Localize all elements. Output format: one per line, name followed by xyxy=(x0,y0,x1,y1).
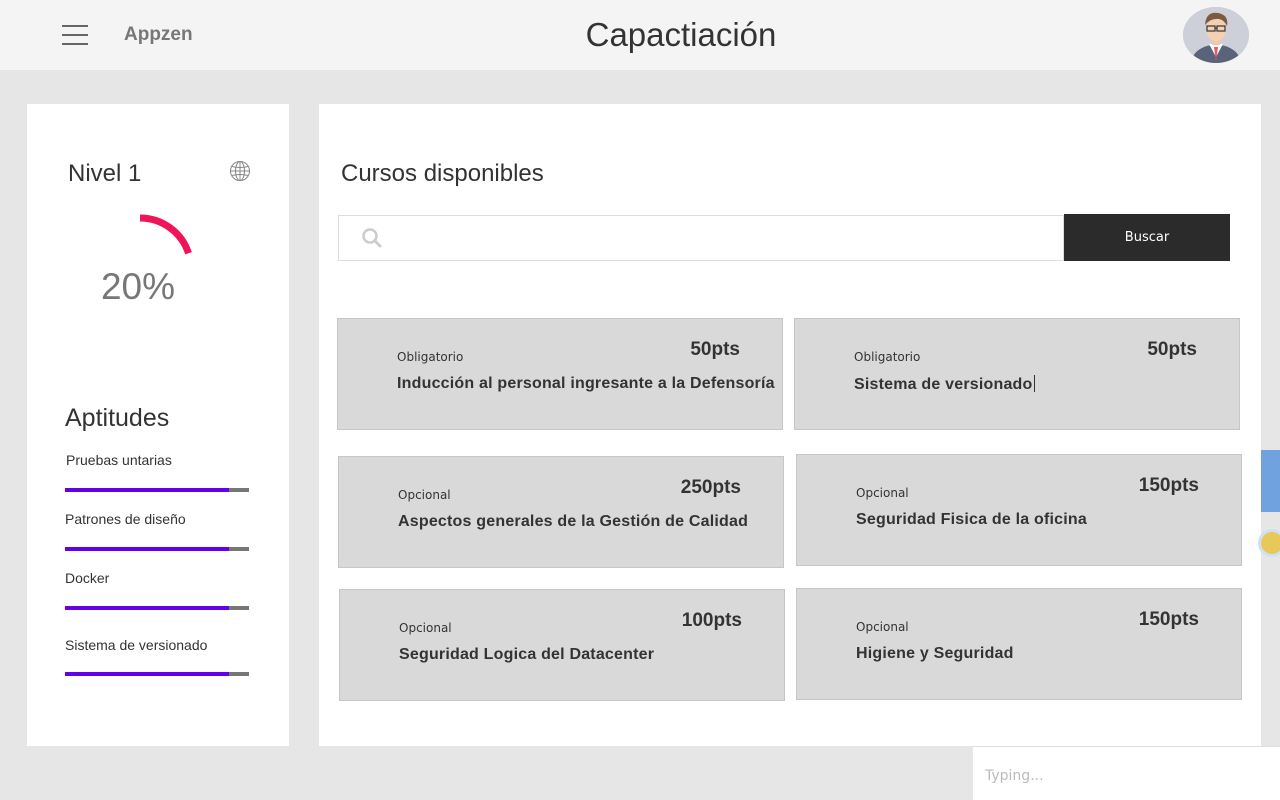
course-title: Higiene y Seguridad xyxy=(856,645,1014,662)
skill-bar-fill xyxy=(65,547,229,551)
skill-bar xyxy=(65,606,249,610)
course-card[interactable]: Opcional 150pts Higiene y Seguridad xyxy=(796,588,1242,700)
course-card[interactable]: Opcional 100pts Seguridad Logica del Dat… xyxy=(339,589,785,701)
search-icon xyxy=(362,228,382,248)
skill-label: Docker xyxy=(65,570,110,586)
side-widget-badge[interactable] xyxy=(1258,529,1280,557)
user-avatar[interactable] xyxy=(1183,7,1249,63)
course-tag: Obligatorio xyxy=(397,350,464,364)
level-title: Nivel 1 xyxy=(68,160,142,187)
search-box xyxy=(338,215,1064,261)
course-title: Seguridad Logica del Datacenter xyxy=(399,646,655,663)
course-tag: Opcional xyxy=(856,620,909,634)
skill-item: Docker xyxy=(65,570,249,610)
text-cursor xyxy=(1033,375,1035,392)
skill-item: Pruebas untarias xyxy=(65,452,249,492)
avatar-illustration xyxy=(1183,7,1249,63)
course-title: Aspectos generales de la Gestión de Cali… xyxy=(398,513,749,530)
skill-item: Sistema de versionado xyxy=(65,637,249,676)
course-points: 250pts xyxy=(680,477,741,498)
section-title: Cursos disponibles xyxy=(341,160,544,187)
skill-item: Patrones de diseño xyxy=(65,511,249,551)
course-title: Seguridad Fisica de la oficina xyxy=(856,511,1087,528)
course-points: 150pts xyxy=(1138,609,1199,630)
skill-bar xyxy=(65,547,249,551)
course-points: 100pts xyxy=(681,610,742,631)
course-title: Inducción al personal ingresante a la De… xyxy=(397,375,775,392)
level-panel: Nivel 1 20% Aptitudes Pruebas untarias P… xyxy=(27,104,289,746)
course-title: Sistema de versionado xyxy=(854,376,1033,393)
course-points: 150pts xyxy=(1138,475,1199,496)
side-feedback-tab[interactable] xyxy=(1261,450,1280,512)
skill-bar xyxy=(65,672,249,676)
chat-input[interactable] xyxy=(985,765,1265,787)
search-button[interactable]: Buscar xyxy=(1064,214,1230,261)
skill-bar-fill xyxy=(65,672,229,676)
skill-label: Pruebas untarias xyxy=(66,452,172,468)
course-points: 50pts xyxy=(1147,339,1197,360)
course-title-wrapper: Sistema de versionado xyxy=(854,375,1035,394)
search-input[interactable] xyxy=(393,224,1043,252)
skill-bar-fill xyxy=(65,606,229,610)
progress-arc xyxy=(139,214,192,255)
courses-panel: Cursos disponibles Buscar Obligatorio 50… xyxy=(319,104,1261,746)
skill-label: Patrones de diseño xyxy=(65,511,186,527)
skill-label: Sistema de versionado xyxy=(65,637,208,653)
course-card[interactable]: Obligatorio 50pts Inducción al personal … xyxy=(337,318,783,430)
course-card[interactable]: Opcional 150pts Seguridad Fisica de la o… xyxy=(796,454,1242,566)
skill-bar-fill xyxy=(65,488,229,492)
chat-box xyxy=(973,746,1280,800)
page-title: Capactiación xyxy=(585,16,777,53)
course-card[interactable]: Opcional 250pts Aspectos generales de la… xyxy=(338,456,784,568)
course-tag: Opcional xyxy=(856,486,909,500)
globe-icon[interactable] xyxy=(229,160,251,182)
course-tag: Opcional xyxy=(399,621,452,635)
progress-percentage: 20% xyxy=(100,266,176,307)
course-tag: Opcional xyxy=(398,488,451,502)
course-tag: Obligatorio xyxy=(854,350,921,364)
skills-title: Aptitudes xyxy=(65,404,170,432)
course-card[interactable]: Obligatorio 50pts Sistema de versionado xyxy=(794,318,1240,430)
skill-bar xyxy=(65,488,249,492)
top-bar: Appzen Capactiación xyxy=(0,0,1280,70)
course-points: 50pts xyxy=(690,339,740,360)
